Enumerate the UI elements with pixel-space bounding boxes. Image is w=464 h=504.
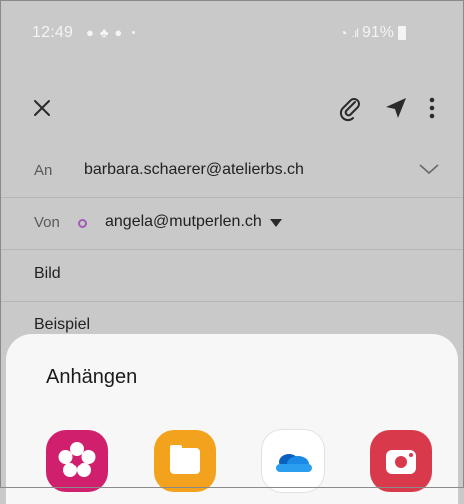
notification-icon: ● — [114, 25, 123, 40]
more-vertical-icon[interactable] — [424, 94, 440, 122]
camera-icon[interactable] — [370, 430, 432, 492]
gallery-icon[interactable] — [46, 430, 108, 492]
caret-down-icon[interactable] — [270, 219, 282, 227]
battery-level: 91% — [361, 24, 394, 41]
status-time: 12:49 — [32, 24, 74, 41]
from-field[interactable]: Von angela@mutperlen.ch — [0, 198, 464, 250]
signal-icon: .ıl — [351, 26, 359, 40]
subject-field[interactable]: Bild — [0, 250, 464, 302]
subject-text[interactable]: Bild — [34, 265, 61, 283]
more-notifications-icon — [132, 31, 136, 34]
files-icon[interactable] — [154, 430, 216, 492]
to-label: An — [34, 162, 53, 179]
wifi-icon: ◔ — [339, 25, 348, 41]
from-account[interactable]: angela@mutperlen.ch — [105, 213, 262, 231]
notification-icon: ● — [86, 25, 94, 40]
system-status: ◔ .ıl 91% — [339, 24, 406, 42]
notification-icon: ♣ — [99, 25, 109, 40]
to-field[interactable]: An barbara.schaerer@atelierbs.ch — [0, 146, 464, 198]
message-body[interactable]: Beispiel — [34, 316, 90, 334]
account-color-icon — [78, 219, 87, 228]
to-recipient[interactable]: barbara.schaerer@atelierbs.ch — [84, 161, 304, 179]
compose-toolbar — [0, 82, 464, 138]
notification-icons: ● ♣ ● — [86, 25, 136, 40]
status-bar: 12:49 ● ♣ ● ◔ .ıl 91% — [0, 0, 464, 64]
chevron-down-icon[interactable] — [418, 162, 440, 176]
close-icon[interactable] — [28, 94, 56, 122]
attach-sheet: Anhängen — [6, 334, 458, 504]
sheet-title: Anhängen — [46, 366, 138, 388]
send-icon[interactable] — [382, 94, 410, 122]
from-label: Von — [34, 214, 60, 231]
battery-icon — [398, 26, 406, 40]
onedrive-icon[interactable] — [262, 430, 324, 492]
paperclip-icon[interactable] — [336, 94, 364, 122]
